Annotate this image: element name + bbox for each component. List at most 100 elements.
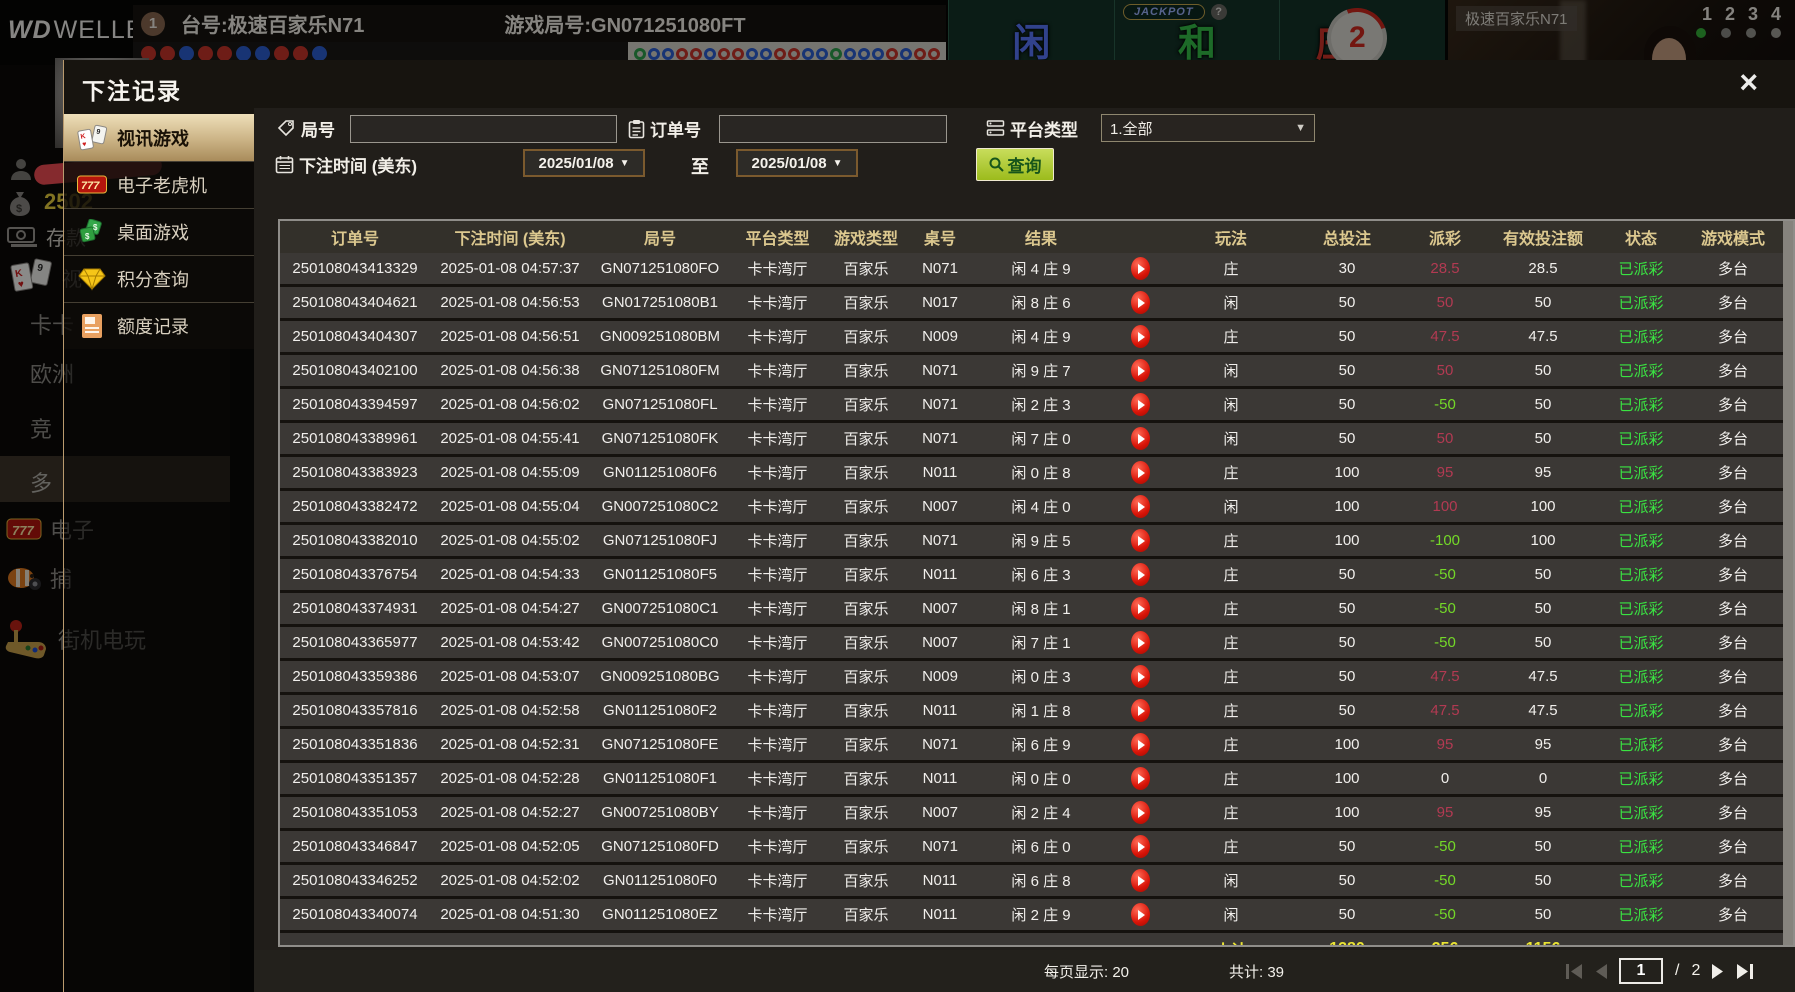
cell-result: 闲 6 庄 8 [973,864,1109,898]
sidebar-item-table-games[interactable]: $$ 桌面游戏 [64,208,254,255]
cell-side: 庄 [1171,592,1291,626]
cell-valid-bet: 50 [1487,422,1599,456]
cell-table-no: N017 [907,286,973,320]
cell-payout: 95 [1403,728,1487,762]
bet-records-table: 订单号下注时间 (美东)局号平台类型游戏类型桌号结果玩法总投注派彩有效投注额状态… [278,219,1795,947]
play-video-button[interactable] [1131,495,1150,518]
scrollbar[interactable] [1783,221,1793,945]
cell-valid-bet: 28.5 [1487,253,1599,286]
cell-play [1109,388,1171,422]
cell-payout: 47.5 [1403,660,1487,694]
play-video-button[interactable] [1131,733,1150,756]
table-row: 2501080433659772025-01-08 04:53:42GN0072… [280,626,1783,660]
cell-payout: 0 [1403,762,1487,796]
play-video-button[interactable] [1131,597,1150,620]
platform-list-icon [986,119,1005,138]
play-video-button[interactable] [1131,461,1150,484]
cell-play [1109,354,1171,388]
cell-table-no: N009 [907,320,973,354]
table-row: 2501080433749312025-01-08 04:54:27GN0072… [280,592,1783,626]
cell-table-no: N011 [907,864,973,898]
play-video-button[interactable] [1131,529,1150,552]
page-number-input[interactable]: 1 [1619,958,1663,984]
cell-total-bet: 100 [1291,490,1403,524]
platform-select[interactable]: 1.全部 ▼ [1101,114,1315,142]
cell-platform: 卡卡湾厅 [730,796,825,830]
cell-status: 已派彩 [1599,830,1683,864]
cell-result: 闲 6 庄 0 [973,830,1109,864]
play-video-button[interactable] [1131,325,1150,348]
cell-time: 2025-01-08 04:52:05 [430,830,590,864]
prev-page-icon[interactable] [1595,964,1607,979]
cell-platform: 卡卡湾厅 [730,456,825,490]
cell-mode: 多台 [1683,286,1783,320]
cell-platform: 卡卡湾厅 [730,320,825,354]
cell-payout: 50 [1403,422,1487,456]
play-video-button[interactable] [1131,631,1150,654]
cell-time: 2025-01-08 04:52:58 [430,694,590,728]
cell-total-bet: 50 [1291,660,1403,694]
pagination-bar: 每页显示: 20 共计: 39 1 / 2 [254,950,1795,992]
play-video-button[interactable] [1131,257,1150,280]
order-input[interactable] [719,115,947,143]
play-video-button[interactable] [1131,563,1150,586]
play-video-button[interactable] [1131,903,1150,926]
sum-spacer [280,932,1171,948]
next-page-icon[interactable] [1712,964,1724,979]
cell-mode: 多台 [1683,558,1783,592]
cell-table-no: N071 [907,830,973,864]
cell-result: 闲 2 庄 9 [973,898,1109,932]
date-to-select[interactable]: 2025/01/08 ▼ [736,149,858,177]
round-input[interactable] [350,115,617,143]
table-row: 2501080433767542025-01-08 04:54:33GN0112… [280,558,1783,592]
query-button[interactable]: 查询 [976,148,1054,181]
table-body: 2501080434133292025-01-08 04:57:37GN0712… [280,253,1783,947]
cell-status: 已派彩 [1599,694,1683,728]
sidebar-item-quota[interactable]: 额度记录 [64,302,254,349]
cell-side: 闲 [1171,354,1291,388]
play-video-button[interactable] [1131,427,1150,450]
cell-status: 已派彩 [1599,660,1683,694]
cell-time: 2025-01-08 04:55:41 [430,422,590,456]
cell-round: GN011251080F1 [590,762,730,796]
play-video-button[interactable] [1131,699,1150,722]
play-video-button[interactable] [1131,869,1150,892]
casino-page: WDWELLBET 1 台号:极速百家乐N71 游戏局号:GN071251080… [0,0,1795,992]
cell-valid-bet: 50 [1487,626,1599,660]
cell-order: 250108043374931 [280,592,430,626]
play-video-button[interactable] [1131,835,1150,858]
play-video-button[interactable] [1131,801,1150,824]
cell-game: 百家乐 [825,626,907,660]
cell-table-no: N071 [907,422,973,456]
cell-result: 闲 0 庄 0 [973,762,1109,796]
cell-valid-bet: 50 [1487,388,1599,422]
last-page-icon[interactable] [1736,964,1753,979]
cell-payout: -50 [1403,592,1487,626]
sidebar-item-points[interactable]: 积分查询 [64,255,254,302]
cell-round: GN071251080FD [590,830,730,864]
play-video-button[interactable] [1131,359,1150,382]
sidebar-item-slots[interactable]: 777 电子老虎机 [64,161,254,208]
table-row: 2501080433824722025-01-08 04:55:04GN0072… [280,490,1783,524]
cell-result: 闲 2 庄 3 [973,388,1109,422]
play-video-button[interactable] [1131,393,1150,416]
play-video-button[interactable] [1131,767,1150,790]
cell-mode: 多台 [1683,626,1783,660]
cell-side: 庄 [1171,728,1291,762]
close-icon[interactable]: × [1739,66,1758,98]
table-row: 2501080433578162025-01-08 04:52:58GN0112… [280,694,1783,728]
play-video-button[interactable] [1131,665,1150,688]
table-row: 2501080434043072025-01-08 04:56:51GN0092… [280,320,1783,354]
first-page-icon[interactable] [1566,964,1583,979]
cell-game: 百家乐 [825,490,907,524]
sidebar-item-video-games[interactable]: 9K♥ 视讯游戏 [64,114,254,161]
cell-time: 2025-01-08 04:53:42 [430,626,590,660]
table-row: 2501080433462522025-01-08 04:52:02GN0112… [280,864,1783,898]
cell-play [1109,320,1171,354]
cell-round: GN011251080F0 [590,864,730,898]
cell-payout: -50 [1403,558,1487,592]
date-from-select[interactable]: 2025/01/08 ▼ [523,149,645,177]
play-video-button[interactable] [1131,291,1150,314]
cell-payout: 50 [1403,354,1487,388]
cell-time: 2025-01-08 04:55:09 [430,456,590,490]
